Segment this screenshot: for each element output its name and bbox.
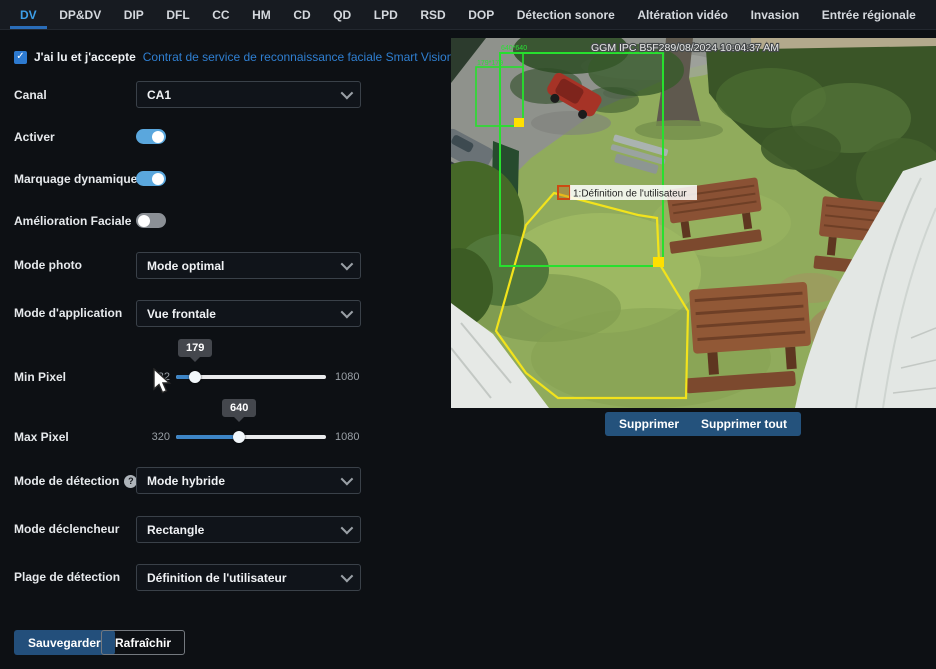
mode-application-select-value: Vue frontale xyxy=(147,306,216,321)
tab-dpdv[interactable]: DP&DV xyxy=(49,0,111,29)
camera-preview[interactable]: 640*640 179*179 1:Définition de l'utilis… xyxy=(414,26,936,409)
tab-qd[interactable]: QD xyxy=(323,0,361,29)
canal-label: Canal xyxy=(14,88,47,102)
top-nav-bar: DV DP&DV DIP DFL CC HM CD QD LPD RSD DOP… xyxy=(0,0,936,30)
tab-dop[interactable]: DOP xyxy=(458,0,504,29)
min-pixel-range-min: 32 xyxy=(157,371,170,383)
mode-detection-select[interactable]: Mode hybride xyxy=(136,467,361,494)
chevron-down-icon xyxy=(340,569,354,583)
camera-scene: 640*640 179*179 1:Définition de l'utilis… xyxy=(414,26,936,409)
mode-detection-label: Mode de détection ? xyxy=(14,474,138,488)
camera-timestamp: GGM IPC B5F289/08/2024 10:04:37 AM xyxy=(591,42,779,54)
plage-detection-select-value: Définition de l'utilisateur xyxy=(147,570,287,585)
agreement-contract-link[interactable]: Contrat de service de reconnaissance fac… xyxy=(143,50,454,64)
resize-handle[interactable] xyxy=(514,118,524,127)
mode-declencheur-label: Mode déclencheur xyxy=(14,522,120,536)
chevron-down-icon xyxy=(340,86,354,100)
tab-cd[interactable]: CD xyxy=(283,0,320,29)
save-button[interactable]: Sauvegarder xyxy=(14,630,115,655)
max-pixel-label: Max Pixel xyxy=(14,430,69,444)
max-pixel-range-min: 320 xyxy=(151,431,170,443)
mode-declencheur-select-value: Rectangle xyxy=(147,522,205,537)
tab-dv[interactable]: DV xyxy=(10,0,47,29)
mode-application-label: Mode d'application xyxy=(14,306,123,320)
tab-detection-sonore[interactable]: Détection sonore xyxy=(507,0,625,29)
mode-detection-label-text: Mode de détection xyxy=(14,474,120,488)
marquage-dynamique-toggle[interactable] xyxy=(136,171,166,186)
min-pixel-slider-row: 32 1080 xyxy=(136,369,376,385)
max-box-label: 640*640 xyxy=(501,45,527,52)
region-label: 1:Définition de l'utilisateur xyxy=(573,189,687,200)
agreement-label: J'ai lu et j'accepte xyxy=(34,50,136,64)
tab-dfl[interactable]: DFL xyxy=(156,0,199,29)
toggle-knob xyxy=(138,214,150,227)
min-pixel-range-max: 1080 xyxy=(335,371,360,383)
tab-entree-regionale[interactable]: Entrée régionale xyxy=(812,0,926,29)
toggle-knob xyxy=(152,172,164,185)
region-marker-icon xyxy=(557,185,571,200)
tab-lpd[interactable]: LPD xyxy=(364,0,408,29)
min-pixel-label: Min Pixel xyxy=(14,370,67,384)
min-pixel-tooltip: 179 xyxy=(178,339,213,362)
canal-select-value: CA1 xyxy=(147,87,172,102)
delete-all-button[interactable]: Supprimer tout xyxy=(687,412,801,436)
service-agreement-row: ✓ J'ai lu et j'accepte Contrat de servic… xyxy=(14,50,453,64)
amelioration-faciale-label: Amélioration Faciale xyxy=(14,214,132,228)
resize-handle[interactable] xyxy=(653,257,664,267)
max-pixel-slider-thumb[interactable] xyxy=(232,431,245,443)
mode-detection-select-value: Mode hybride xyxy=(147,473,226,488)
slider-fill xyxy=(176,435,239,439)
tab-rsd[interactable]: RSD xyxy=(410,0,455,29)
amelioration-faciale-toggle[interactable] xyxy=(136,213,166,228)
tab-dip[interactable]: DIP xyxy=(114,0,154,29)
tab-hm[interactable]: HM xyxy=(242,0,281,29)
delete-button[interactable]: Supprimer xyxy=(605,412,694,436)
max-pixel-slider[interactable] xyxy=(176,431,326,443)
chevron-down-icon xyxy=(340,257,354,271)
tab-invasion[interactable]: Invasion xyxy=(741,0,810,29)
chevron-down-icon xyxy=(340,305,354,319)
activer-toggle[interactable] xyxy=(136,129,166,144)
mode-photo-label: Mode photo xyxy=(14,258,82,272)
mode-photo-select-value: Mode optimal xyxy=(147,258,225,273)
chevron-down-icon xyxy=(340,472,354,486)
mode-application-select[interactable]: Vue frontale xyxy=(136,300,361,327)
min-pixel-slider-thumb[interactable] xyxy=(188,371,201,383)
refresh-button[interactable]: Rafraîchir xyxy=(101,630,186,655)
max-pixel-slider-row: 320 1080 xyxy=(136,429,376,445)
plage-detection-select[interactable]: Définition de l'utilisateur xyxy=(136,564,361,591)
activer-label: Activer xyxy=(14,130,55,144)
tab-alteration-video[interactable]: Altération vidéo xyxy=(627,0,738,29)
min-pixel-slider[interactable] xyxy=(176,371,326,383)
plage-detection-label: Plage de détection xyxy=(14,570,121,584)
toggle-knob xyxy=(152,130,164,143)
max-pixel-range-max: 1080 xyxy=(335,431,360,443)
agreement-checkbox[interactable]: ✓ xyxy=(14,50,27,64)
mode-photo-select[interactable]: Mode optimal xyxy=(136,252,361,279)
tab-cc[interactable]: CC xyxy=(202,0,239,29)
chevron-down-icon xyxy=(340,521,354,535)
mode-declencheur-select[interactable]: Rectangle xyxy=(136,516,361,543)
marquage-dynamique-label: Marquage dynamique xyxy=(14,172,138,186)
max-pixel-tooltip: 640 xyxy=(222,399,257,422)
canal-select[interactable]: CA1 xyxy=(136,81,361,108)
min-box-label: 179*179 xyxy=(477,60,503,67)
